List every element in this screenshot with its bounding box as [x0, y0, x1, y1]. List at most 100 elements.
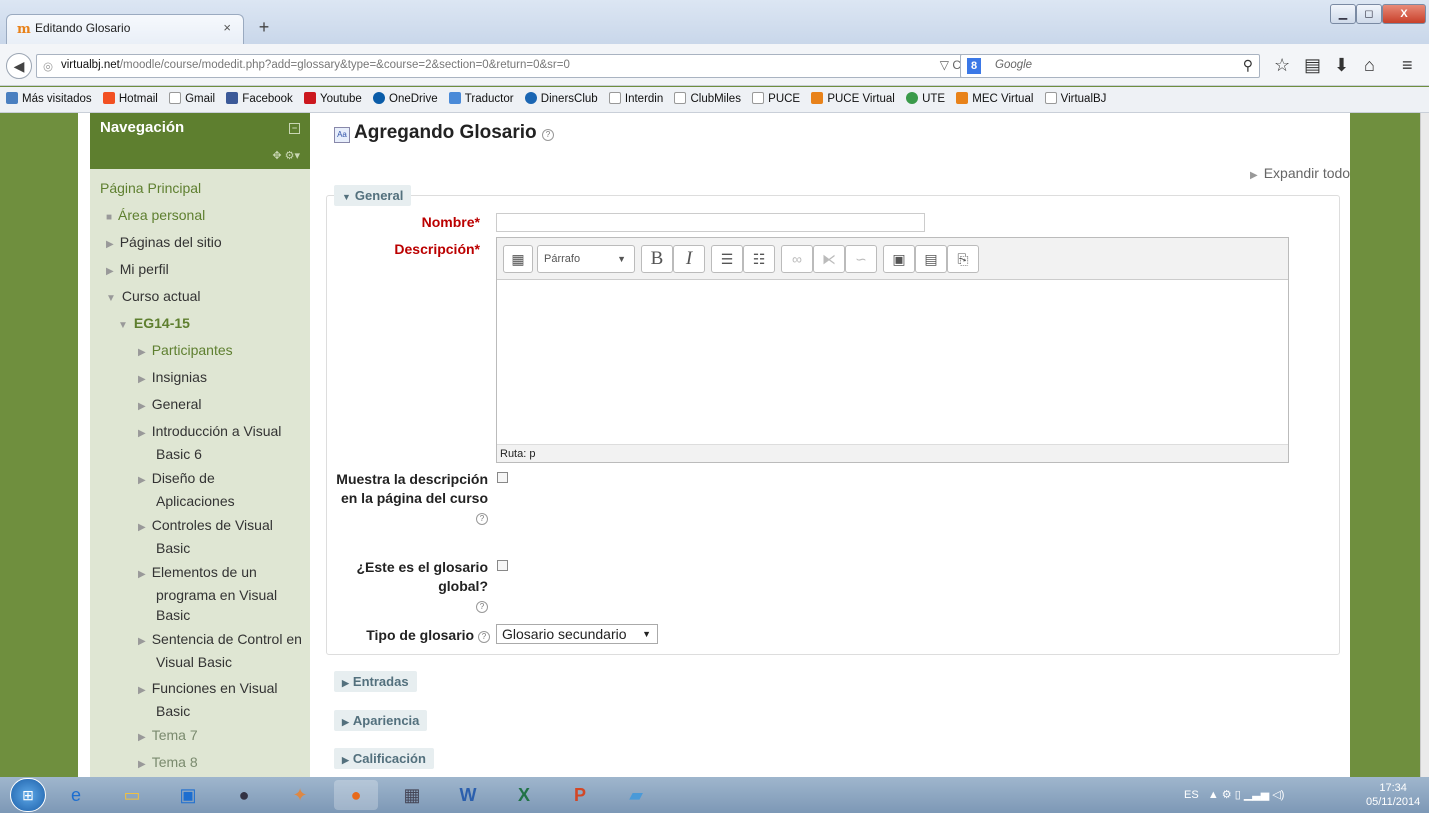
moodle-icon — [811, 92, 824, 104]
help-icon[interactable]: ? — [476, 513, 488, 525]
language-indicator[interactable]: ES — [1184, 789, 1199, 801]
firefox-icon[interactable]: ● — [334, 780, 378, 810]
nav-item-controles[interactable]: ▶ Controles de Visual Basic — [138, 515, 300, 558]
unordered-list-icon[interactable]: ☰ — [711, 245, 743, 273]
nav-profile[interactable]: ▶ Mi perfil — [106, 259, 169, 282]
start-button[interactable]: ⊞ — [10, 778, 46, 812]
nav-item-general[interactable]: ▶ General — [138, 394, 202, 417]
bookmark-puce[interactable]: PUCE — [752, 92, 800, 105]
bookmark-star-icon[interactable]: ☆ — [1274, 55, 1290, 76]
autolink-icon[interactable]: ∽ — [845, 245, 877, 273]
search-input[interactable]: 8 Google ⚲ — [960, 54, 1260, 78]
page-icon — [674, 92, 687, 104]
download-icon[interactable]: ⬇ — [1334, 55, 1349, 76]
calculator-icon[interactable]: ▦ — [390, 780, 434, 810]
powerpoint-icon[interactable]: P — [558, 780, 602, 810]
minimize-button[interactable]: ▁ — [1330, 4, 1356, 24]
help-icon[interactable]: ? — [541, 129, 554, 141]
section-calificacion-toggle[interactable]: ▶ Calificación — [334, 748, 434, 769]
global-checkbox[interactable] — [497, 560, 508, 571]
word-icon[interactable]: W — [446, 780, 490, 810]
nav-item-funciones[interactable]: ▶ Funciones en Visual Basic — [138, 678, 300, 721]
bookmark-puce-virtual[interactable]: PUCE Virtual — [811, 92, 895, 105]
internet-explorer-icon[interactable]: e — [54, 780, 98, 810]
image-icon[interactable]: ▣ — [883, 245, 915, 273]
clock[interactable]: 17:34 05/11/2014 — [1366, 781, 1420, 809]
nav-course-code[interactable]: ▼ EG14-15 — [118, 313, 190, 336]
bookmark-ute[interactable]: UTE — [906, 92, 945, 105]
home-icon[interactable]: ⌂ — [1364, 55, 1375, 76]
tray-icons[interactable]: ▲ ⚙ ▯ ▁▃▅ ◁) — [1208, 789, 1285, 801]
bookmark-hotmail[interactable]: Hotmail — [102, 92, 158, 105]
excel-icon[interactable]: X — [502, 780, 546, 810]
nav-personal-area[interactable]: ■ Área personal — [106, 205, 205, 228]
address-bar[interactable]: ◎ virtualbj.net/moodle/course/modedit.ph… — [36, 54, 970, 78]
nav-item-elementos[interactable]: ▶ Elementos de un programa en Visual Basi… — [138, 562, 300, 625]
nav-current-course[interactable]: ▼ Curso actual — [106, 286, 201, 309]
back-button[interactable]: ◀ — [6, 53, 32, 79]
section-entradas-toggle[interactable]: ▶ Entradas — [334, 671, 417, 692]
search-icon[interactable]: ⚲ — [1243, 57, 1253, 74]
nav-item-intro-vb6[interactable]: ▶ Introducción a Visual Basic 6 — [138, 421, 300, 464]
bookmark-most-visited[interactable]: Más visitados — [6, 92, 92, 105]
menu-icon[interactable]: ≡ — [1402, 55, 1413, 76]
bookmark-facebook[interactable]: Facebook — [226, 92, 293, 105]
reading-list-icon[interactable]: ▤ — [1304, 55, 1321, 76]
new-tab-button[interactable]: + — [252, 16, 276, 40]
bookmark-interdin[interactable]: Interdin — [608, 92, 663, 105]
link-icon[interactable]: ∞ — [781, 245, 813, 273]
collapse-arrow-icon: ▼ — [342, 192, 351, 202]
ordered-list-icon[interactable]: ☷ — [743, 245, 775, 273]
toolbar-toggle-icon[interactable]: ▦ — [503, 245, 533, 273]
bookmark-youtube[interactable]: Youtube — [304, 92, 362, 105]
nav-site-pages[interactable]: ▶ Páginas del sitio — [106, 232, 222, 255]
moodle-icon — [956, 92, 969, 104]
help-icon[interactable]: ? — [478, 631, 490, 643]
bookmark-traductor[interactable]: Traductor — [448, 92, 514, 105]
italic-icon[interactable]: I — [673, 245, 705, 273]
section-apariencia-toggle[interactable]: ▶ Apariencia — [334, 710, 428, 731]
bookmark-gmail[interactable]: Gmail — [169, 92, 215, 105]
name-input[interactable] — [496, 213, 925, 232]
bookmark-virtualbj[interactable]: VirtualBJ — [1044, 92, 1106, 105]
media-player-icon[interactable]: ▣ — [166, 780, 210, 810]
nav-item-tema7[interactable]: ▶ Tema 7 — [138, 725, 198, 748]
browser-tab[interactable]: m Editando Glosario × — [6, 14, 244, 44]
type-select[interactable]: Glosario secundario ▼ — [496, 624, 658, 644]
nav-item-participantes[interactable]: ▶ Participantes — [138, 340, 233, 363]
system-tray: ES ▲ ⚙ ▯ ▁▃▅ ◁) — [1184, 788, 1284, 801]
onedrive-icon — [373, 92, 386, 104]
block-actions-icon[interactable]: ✥ ⚙▾ — [272, 149, 300, 162]
show-description-checkbox[interactable] — [497, 472, 508, 483]
collapse-icon[interactable]: − — [289, 123, 300, 134]
nav-item-diseno[interactable]: ▶ Diseño de Aplicaciones — [138, 468, 288, 511]
expand-all-link[interactable]: ▶ Expandir todo — [1250, 165, 1350, 181]
nav-item-sentencia[interactable]: ▶ Sentencia de Control en Visual Basic — [138, 629, 308, 672]
expand-arrow-icon: ▶ — [138, 522, 146, 533]
help-icon[interactable]: ? — [476, 601, 488, 613]
close-window-button[interactable]: X — [1382, 4, 1426, 24]
maximize-button[interactable]: ◻ — [1356, 4, 1382, 24]
dinersclub-icon — [524, 92, 537, 104]
nav-home-link[interactable]: Página Principal — [100, 178, 201, 198]
bold-icon[interactable]: B — [641, 245, 673, 273]
bookmark-dinersclub[interactable]: DinersClub — [524, 92, 598, 105]
manage-files-icon[interactable]: ⎘ — [947, 245, 979, 273]
nav-item-insignias[interactable]: ▶ Insignias — [138, 367, 207, 390]
bookmark-onedrive[interactable]: OneDrive — [373, 92, 438, 105]
bookmark-mec-virtual[interactable]: MEC Virtual — [956, 92, 1033, 105]
media-icon[interactable]: ▤ — [915, 245, 947, 273]
hp-icon[interactable]: ● — [222, 780, 266, 810]
reload-icon[interactable]: ▽ C — [940, 58, 961, 72]
nav-item-tema8[interactable]: ▶ Tema 8 — [138, 752, 198, 775]
description-editor[interactable]: ▦ Párrafo ▼ B I ☰ ☷ ∞ ⧔ ∽ ▣ ▤ ⎘ Ruta: p — [496, 237, 1289, 463]
tab-close-icon[interactable]: × — [223, 20, 231, 35]
app-icon[interactable]: ✦ — [278, 780, 322, 810]
notes-icon[interactable]: ▰ — [614, 780, 658, 810]
file-explorer-icon[interactable]: ▭ — [110, 780, 154, 810]
paragraph-select[interactable]: Párrafo ▼ — [537, 245, 635, 273]
unlink-icon[interactable]: ⧔ — [813, 245, 845, 273]
bookmark-clubmiles[interactable]: ClubMiles — [674, 92, 741, 105]
section-general-toggle[interactable]: ▼ General — [334, 185, 412, 206]
scrollbar[interactable] — [1420, 113, 1429, 777]
